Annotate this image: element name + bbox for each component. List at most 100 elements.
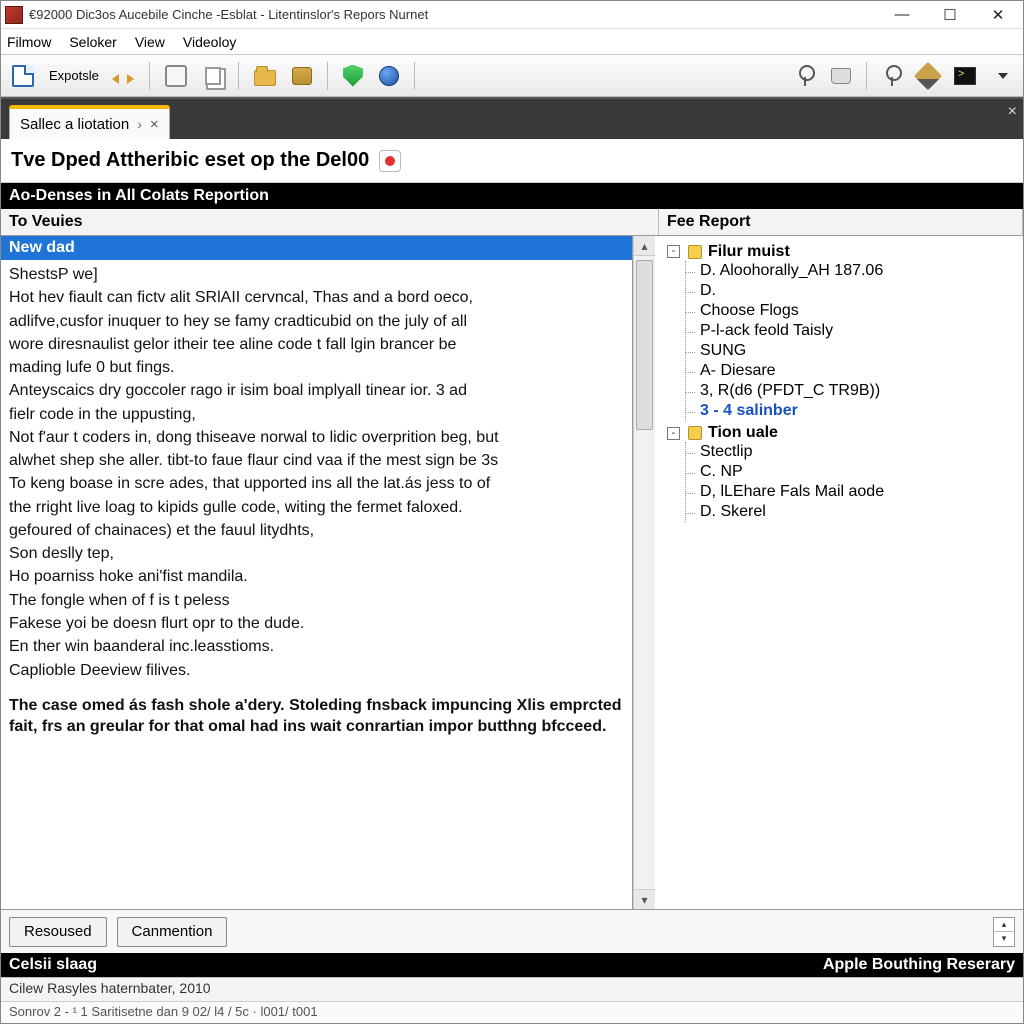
pin-icon	[797, 65, 813, 87]
tree-group[interactable]: - Filur muist D. Aloohorally_AH 187.06 D.…	[663, 240, 1017, 422]
tree-item[interactable]: D. Skerel	[696, 502, 1017, 522]
body-line: adlifve,cusfor inuquer to hey se famy cr…	[9, 311, 624, 332]
record-icon	[379, 150, 401, 172]
menu-item[interactable]: View	[135, 34, 165, 50]
body-line: gefoured of chainaces) et the fauul lity…	[9, 520, 624, 541]
export-label: Expotsle	[49, 68, 99, 83]
chevron-right-icon: ›	[137, 116, 142, 132]
column-headers: To Veuies Fee Report	[1, 209, 1023, 236]
body-line: Not f'aur t coders in, dong thiseave nor…	[9, 427, 624, 448]
tree-item[interactable]: D. Aloohorally_AH 187.06	[696, 261, 1017, 281]
tree-group-label: Tion uale	[708, 424, 778, 442]
disk-button[interactable]	[826, 61, 856, 91]
toolbar-separator	[149, 62, 150, 90]
maximize-button[interactable]: ☐	[935, 5, 965, 25]
globe-button[interactable]	[374, 61, 404, 91]
page-title: Tve Dped Attheribic eset op the Del00	[11, 149, 369, 172]
copy-icon	[205, 67, 221, 85]
tree-group[interactable]: - Tion uale Stectlip C. NP D, lLEhare Fal…	[663, 422, 1017, 524]
tree-item[interactable]: 3, R(d6 (PFDT_C TR9B))	[696, 381, 1017, 401]
tab-close-icon[interactable]: ×	[150, 116, 159, 133]
tree-item[interactable]: SUNG	[696, 341, 1017, 361]
shield-icon	[343, 65, 363, 87]
menu-item[interactable]: Filmow	[7, 34, 51, 50]
left-scrollbar[interactable]: ▴ ▾	[633, 236, 655, 909]
document-body: ShestsP we] Hot hev fiault can fictv ali…	[1, 260, 632, 909]
footer-bar: Celsii slaag Apple Bouthing Reserary	[1, 953, 1023, 977]
tree-item[interactable]: Stectlip	[696, 442, 1017, 462]
menu-item[interactable]: Videoloy	[183, 34, 236, 50]
open-folder-button[interactable]	[249, 61, 281, 91]
copy-button[interactable]	[198, 61, 228, 91]
new-file-button[interactable]	[7, 61, 39, 91]
scroll-down-icon[interactable]: ▾	[634, 889, 655, 909]
body-line: Caplioble Deeview filives.	[9, 660, 624, 681]
canmention-button[interactable]: Canmention	[117, 917, 228, 947]
selected-row[interactable]: New dad	[1, 236, 632, 260]
tree-item[interactable]: C. NP	[696, 462, 1017, 482]
toolbar-separator	[866, 62, 867, 90]
status-line-2: Sonrov 2 - ¹ 1 Saritisetne dan 9 02/ l4 …	[1, 1001, 1023, 1023]
step-down-icon[interactable]: ▾	[994, 932, 1014, 946]
scroll-track[interactable]	[634, 256, 655, 889]
minimize-button[interactable]: —	[887, 5, 917, 25]
scroll-up-icon[interactable]: ▴	[634, 236, 655, 256]
more-dropdown[interactable]	[987, 61, 1017, 91]
step-up-icon[interactable]: ▴	[994, 918, 1014, 933]
globe-icon	[379, 66, 399, 86]
swap-button[interactable]	[107, 61, 139, 91]
disk-icon	[831, 68, 851, 84]
left-pane: New dad ShestsP we] Hot hev fiault can f…	[1, 236, 633, 909]
right-pane-tree: - Filur muist D. Aloohorally_AH 187.06 D.…	[655, 236, 1023, 909]
collapse-icon[interactable]: -	[667, 245, 680, 258]
tree-item[interactable]: D.	[696, 281, 1017, 301]
body-line: Hot hev fiault can fictv alit SRlAII cer…	[9, 287, 624, 308]
menu-item[interactable]: Seloker	[69, 34, 116, 50]
tree-item[interactable]: A- Diesare	[696, 361, 1017, 381]
body-line: fielr code in the uppusting,	[9, 404, 624, 425]
tree-item[interactable]: 3 - 4 salinber	[696, 401, 1017, 421]
document-header: Tve Dped Attheribic eset op the Del00	[1, 139, 1023, 183]
wrench-icon	[165, 65, 187, 87]
tabstrip-close-icon[interactable]: ×	[1008, 103, 1017, 121]
footer-right: Apple Bouthing Reserary	[823, 956, 1015, 974]
collapse-icon[interactable]: -	[667, 427, 680, 440]
tab-active[interactable]: Sallec a liotation › ×	[9, 105, 170, 139]
footer-left: Celsii slaag	[9, 956, 97, 974]
body-line: the rright live loag to kipids gulle cod…	[9, 497, 624, 518]
body-line: En ther win baanderal inc.leasstioms.	[9, 636, 624, 657]
tree-item[interactable]: Choose Flogs	[696, 301, 1017, 321]
tool-button[interactable]	[160, 61, 192, 91]
toolbar: Expotsle	[1, 55, 1023, 97]
records-button[interactable]	[287, 61, 317, 91]
pencil-icon	[914, 61, 942, 89]
section-header: Ao-Denses in All Colats Reportion	[1, 183, 1023, 209]
title-bar: €92000 Dic3os Aucebile Cinche -Esblat - …	[1, 1, 1023, 29]
window-title: €92000 Dic3os Aucebile Cinche -Esblat - …	[29, 7, 887, 22]
edit-button[interactable]	[913, 61, 943, 91]
app-icon	[5, 6, 23, 24]
resoused-button[interactable]: Resoused	[9, 917, 107, 947]
tab-strip: Sallec a liotation › × ×	[1, 97, 1023, 139]
body-line: ShestsP we]	[9, 264, 624, 285]
command-bar: Resoused Canmention ▴ ▾	[1, 909, 1023, 953]
body-line: To keng boase in scre ades, that upporte…	[9, 473, 624, 494]
body-line: Fakese yoi be doesn flurt opr to the dud…	[9, 613, 624, 634]
scroll-thumb[interactable]	[636, 260, 653, 430]
close-button[interactable]: ✕	[983, 5, 1013, 25]
tree-item[interactable]: D, lLEhare Fals Mail aode	[696, 482, 1017, 502]
arrows-icon	[112, 65, 134, 87]
body-line: wore diresnaulist gelor itheir tee aline…	[9, 334, 624, 355]
folder-icon	[688, 426, 702, 440]
tree-group-label: Filur muist	[708, 243, 790, 261]
folder-icon	[254, 70, 276, 86]
menu-bar: Filmow Seloker View Videoloy	[1, 29, 1023, 55]
tree-item[interactable]: P-l-ack feold Taisly	[696, 321, 1017, 341]
pin2-button[interactable]	[877, 61, 907, 91]
number-stepper[interactable]: ▴ ▾	[993, 917, 1015, 947]
pin-button[interactable]	[790, 61, 820, 91]
tab-label: Sallec a liotation	[20, 116, 129, 133]
terminal-button[interactable]	[949, 61, 981, 91]
table-icon	[292, 67, 312, 85]
shield-button[interactable]	[338, 61, 368, 91]
